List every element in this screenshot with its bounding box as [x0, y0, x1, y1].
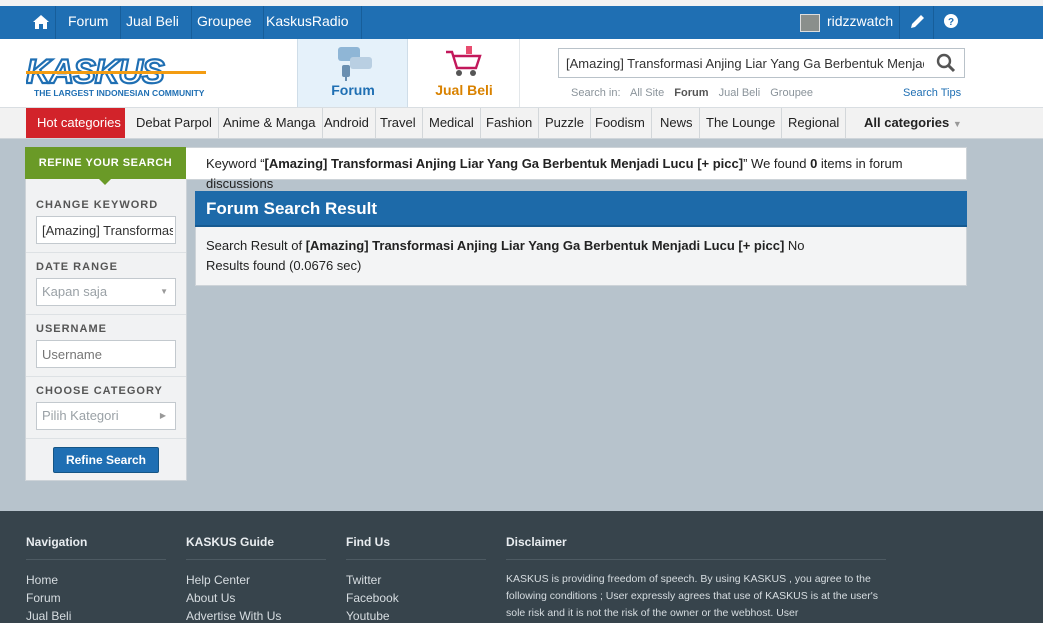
date-range-select[interactable]: Kapan saja ▼: [36, 278, 176, 306]
forum-icon: [338, 47, 372, 81]
refine-title-arrow: [99, 179, 111, 185]
category-regional[interactable]: Regional: [782, 108, 847, 138]
keyword-term: [Amazing] Transformasi Anjing Liar Yang …: [264, 156, 744, 171]
divider: [26, 252, 186, 253]
footer-link-help-center[interactable]: Help Center: [186, 573, 250, 587]
divider: [346, 559, 486, 560]
category-android[interactable]: Android: [318, 108, 376, 138]
edit-button[interactable]: [899, 6, 934, 39]
category-foodism[interactable]: Foodism: [589, 108, 652, 138]
nav-forum[interactable]: Forum: [297, 39, 408, 107]
footer-link-forum[interactable]: Forum: [26, 591, 61, 605]
scope-jual-beli[interactable]: Jual Beli: [719, 87, 761, 99]
category-news[interactable]: News: [654, 108, 700, 138]
footer-find-us-title: Find Us: [346, 535, 390, 549]
home-button[interactable]: [26, 6, 56, 39]
logo-tagline: THE LARGEST INDONESIAN COMMUNITY: [34, 88, 205, 98]
category-the-lounge[interactable]: The Lounge: [700, 108, 783, 138]
category-bar: Hot categories Debat Parpol Anime & Mang…: [0, 108, 1043, 139]
keyword-prefix: Keyword “: [206, 156, 265, 171]
keyword-summary-text: Keyword “[Amazing] Transformasi Anjing L…: [206, 154, 936, 194]
scope-forum[interactable]: Forum: [674, 87, 708, 99]
refine-search-button[interactable]: Refine Search: [53, 447, 159, 473]
all-categories-label: All categories: [864, 115, 950, 130]
divider: [26, 438, 186, 439]
footer-link-jual-beli[interactable]: Jual Beli: [26, 609, 71, 623]
keyword-field[interactable]: [36, 216, 176, 244]
footer-link-twitter[interactable]: Twitter: [346, 573, 381, 587]
chevron-down-icon: ▼: [160, 287, 168, 296]
footer-link-about-us[interactable]: About Us: [186, 591, 235, 605]
topbar-link-jual-beli[interactable]: Jual Beli: [114, 6, 192, 39]
username-filter-label: USERNAME: [36, 323, 107, 335]
site-footer: Navigation Home Forum Jual Beli KASKUS G…: [0, 511, 1043, 623]
category-select-value: Pilih Kategori: [42, 408, 119, 423]
footer-disclaimer-text: KASKUS is providing freedom of speech. B…: [506, 573, 879, 619]
change-keyword-label: CHANGE KEYWORD: [36, 199, 159, 211]
divider: [506, 559, 886, 560]
refine-title: REFINE YOUR SEARCH: [25, 147, 186, 179]
footer-disclaimer-title: Disclaimer: [506, 535, 567, 549]
username-label: ridzzwatch: [827, 13, 894, 29]
svg-text:?: ?: [948, 17, 954, 28]
hot-categories-tab[interactable]: Hot categories: [26, 108, 125, 138]
divider: [26, 376, 186, 377]
search-button[interactable]: [928, 49, 964, 77]
search-icon: [936, 53, 956, 73]
search-in-label: Search in:: [571, 87, 621, 99]
category-travel[interactable]: Travel: [374, 108, 423, 138]
avatar: [800, 14, 820, 32]
result-prefix: Search Result of: [206, 238, 306, 253]
pencil-icon: [911, 15, 924, 28]
footer-guide-title: KASKUS Guide: [186, 535, 275, 549]
divider: [26, 314, 186, 315]
footer-link-youtube[interactable]: Youtube: [346, 609, 390, 623]
search-result-title: Forum Search Result: [195, 191, 967, 227]
chevron-right-icon: ▶: [159, 411, 166, 420]
date-range-value: Kapan saja: [42, 284, 108, 299]
footer-navigation-title: Navigation: [26, 535, 88, 549]
divider: [26, 559, 166, 560]
help-button[interactable]: ?: [933, 6, 968, 39]
search-input[interactable]: [566, 54, 924, 72]
topbar-link-kaskusradio[interactable]: KaskusRadio: [254, 6, 362, 39]
scope-all-site[interactable]: All Site: [630, 87, 664, 99]
keyword-middle: ” We found: [743, 156, 811, 171]
shopping-cart-icon: [446, 46, 482, 76]
scope-groupee[interactable]: Groupee: [770, 87, 813, 99]
topbar-link-groupee[interactable]: Groupee: [185, 6, 265, 39]
result-keyword: [Amazing] Transformasi Anjing Liar Yang …: [305, 238, 785, 253]
site-header: KASKUS THE LARGEST INDONESIAN COMMUNITY …: [0, 39, 1043, 108]
nav-forum-label: Forum: [331, 82, 375, 98]
divider: [186, 559, 326, 560]
search-result-text: Search Result of [Amazing] Transformasi …: [206, 236, 846, 276]
search-box: [558, 48, 965, 78]
nav-jual-beli[interactable]: Jual Beli: [408, 39, 520, 107]
category-fashion[interactable]: Fashion: [480, 108, 540, 138]
category-puzzle[interactable]: Puzzle: [539, 108, 592, 138]
category-medical[interactable]: Medical: [423, 108, 481, 138]
home-icon: [33, 15, 49, 29]
search-scope: Search in: All Site Forum Jual Beli Grou…: [571, 87, 820, 99]
search-tips-link[interactable]: Search Tips: [903, 87, 961, 99]
footer-link-facebook[interactable]: Facebook: [346, 591, 399, 605]
topbar-link-forum[interactable]: Forum: [56, 6, 122, 39]
nav-jual-beli-label: Jual Beli: [435, 82, 493, 98]
kaskus-logo-mark: KASKUS: [25, 52, 206, 92]
category-anime-manga[interactable]: Anime & Manga: [217, 108, 323, 138]
date-range-label: DATE RANGE: [36, 261, 118, 273]
all-categories-dropdown[interactable]: All categories ▼: [858, 108, 968, 138]
choose-category-label: CHOOSE CATEGORY: [36, 385, 163, 397]
category-debat-parpol[interactable]: Debat Parpol: [130, 108, 219, 138]
help-icon: ?: [944, 14, 958, 28]
username-field[interactable]: [36, 340, 176, 368]
footer-link-home[interactable]: Home: [26, 573, 58, 587]
footer-link-advertise[interactable]: Advertise With Us: [186, 609, 281, 623]
chevron-down-icon: ▼: [952, 119, 962, 129]
top-navigation-bar: Forum Jual Beli Groupee KaskusRadio ridz…: [0, 6, 1043, 39]
category-select[interactable]: Pilih Kategori ▶: [36, 402, 176, 430]
